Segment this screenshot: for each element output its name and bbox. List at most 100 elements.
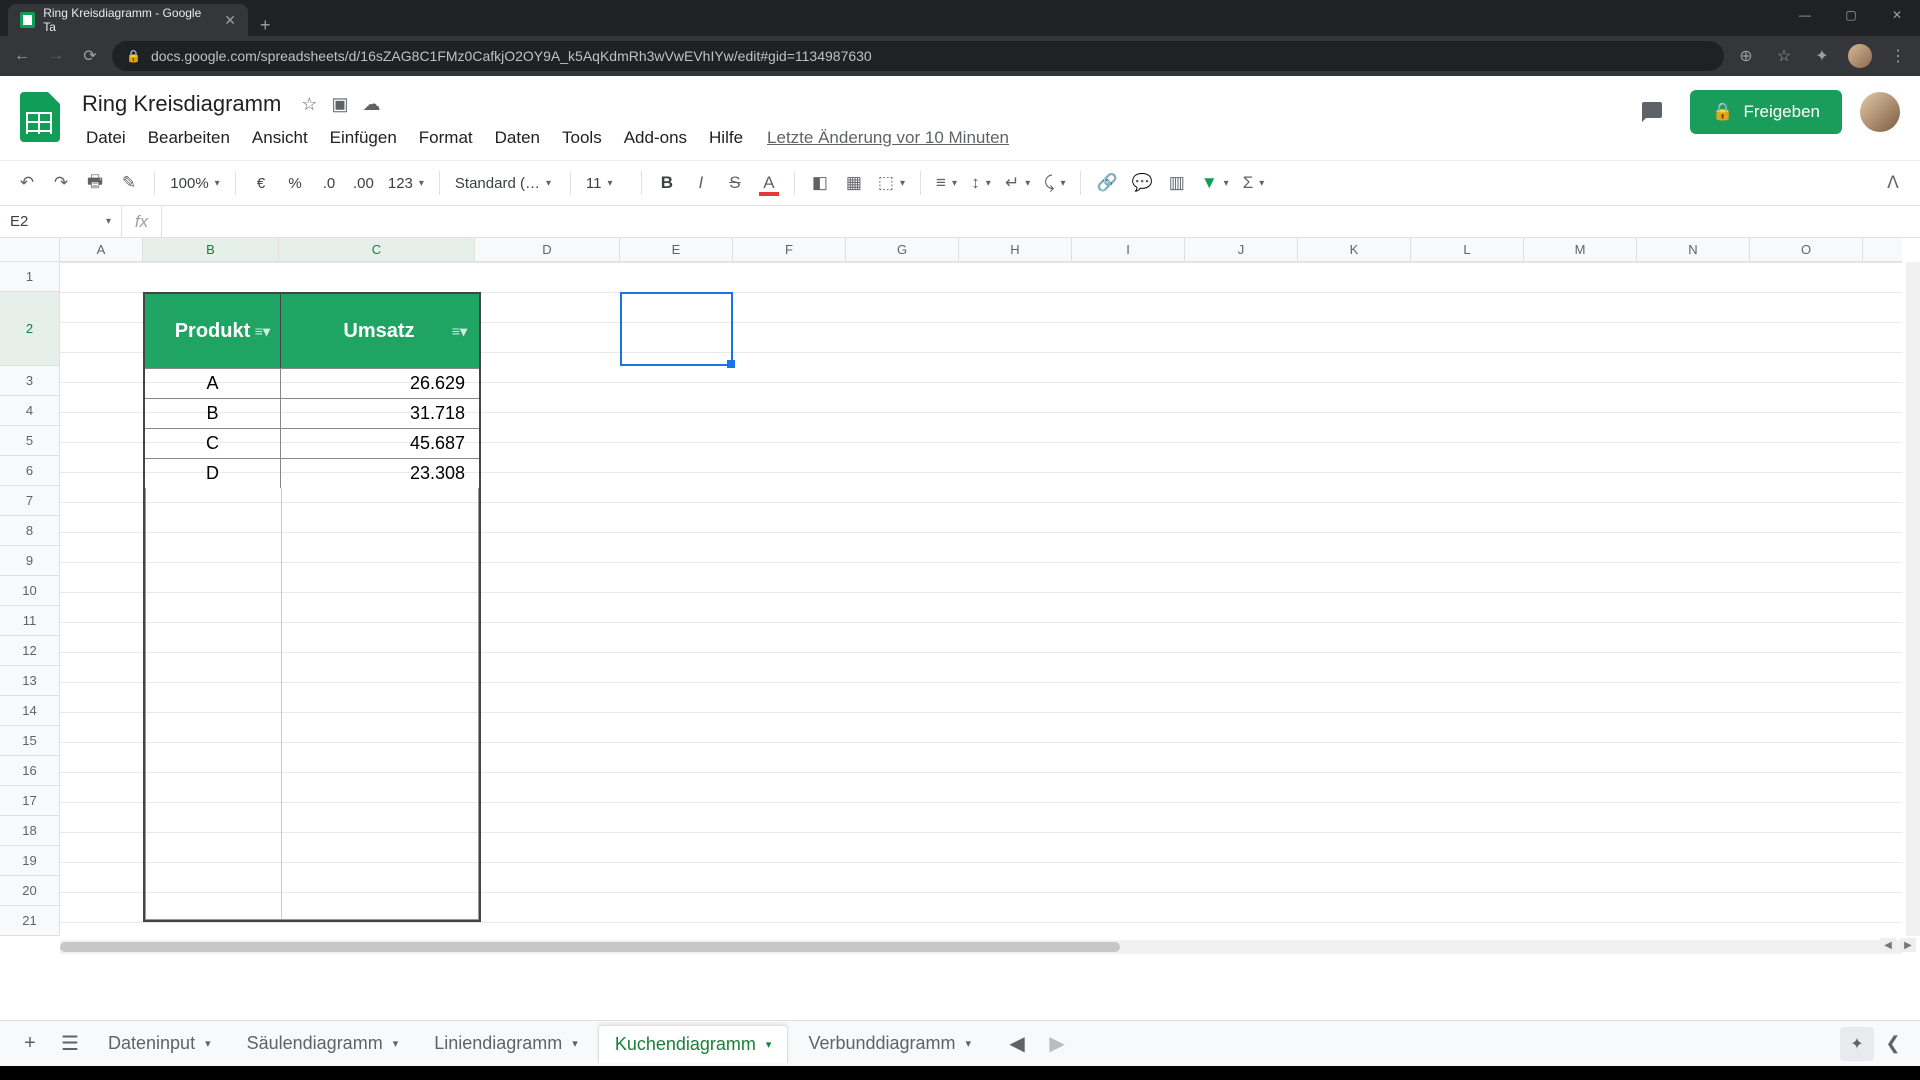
- decrease-decimal-button[interactable]: .0: [314, 168, 344, 198]
- menu-insert[interactable]: Einfügen: [320, 124, 407, 152]
- print-button[interactable]: 🖶: [80, 168, 110, 198]
- format-currency-button[interactable]: €: [246, 168, 276, 198]
- borders-button[interactable]: ▦: [839, 168, 869, 198]
- column-header[interactable]: H: [959, 238, 1072, 261]
- italic-button[interactable]: I: [686, 168, 716, 198]
- comments-button[interactable]: [1632, 92, 1672, 132]
- sheet-tab-saeulendiagramm[interactable]: Säulendiagramm▾: [231, 1025, 415, 1063]
- row-header[interactable]: 1: [0, 262, 59, 292]
- address-bar[interactable]: 🔒 docs.google.com/spreadsheets/d/16sZAG8…: [112, 41, 1724, 71]
- redo-button[interactable]: ↷: [46, 168, 76, 198]
- column-header[interactable]: G: [846, 238, 959, 261]
- account-avatar[interactable]: [1860, 92, 1900, 132]
- column-header[interactable]: L: [1411, 238, 1524, 261]
- sheets-logo-icon[interactable]: [14, 90, 66, 142]
- column-header[interactable]: I: [1072, 238, 1185, 261]
- menu-data[interactable]: Daten: [485, 124, 550, 152]
- table-cell-revenue[interactable]: 31.718: [281, 399, 477, 428]
- row-header[interactable]: 5: [0, 426, 59, 456]
- column-header[interactable]: C: [279, 238, 475, 261]
- side-panel-toggle[interactable]: ❮: [1878, 1033, 1908, 1054]
- sheet-scroll-right-button[interactable]: ▶: [1039, 1026, 1075, 1062]
- scroll-right-icon[interactable]: ▶: [1900, 938, 1916, 952]
- menu-format[interactable]: Format: [409, 124, 483, 152]
- table-cell-product[interactable]: B: [145, 399, 281, 428]
- font-select[interactable]: Standard (…: [450, 168, 560, 198]
- menu-help[interactable]: Hilfe: [699, 124, 753, 152]
- column-header[interactable]: A: [60, 238, 143, 261]
- filter-icon[interactable]: ≡▾: [255, 323, 270, 340]
- column-header[interactable]: N: [1637, 238, 1750, 261]
- sheet-tab-dateninput[interactable]: Dateninput▾: [92, 1025, 227, 1063]
- chevron-down-icon[interactable]: ▾: [393, 1037, 399, 1050]
- strikethrough-button[interactable]: S: [720, 168, 750, 198]
- document-title[interactable]: Ring Kreisdiagramm: [76, 89, 287, 119]
- menu-edit[interactable]: Bearbeiten: [138, 124, 240, 152]
- name-box[interactable]: E2 ▾: [0, 206, 122, 237]
- chevron-down-icon[interactable]: ▾: [572, 1037, 578, 1050]
- insert-comment-button[interactable]: 💬: [1127, 168, 1158, 198]
- table-row[interactable]: D23.308: [145, 458, 479, 488]
- column-header[interactable]: K: [1298, 238, 1411, 261]
- table-cell-product[interactable]: D: [145, 459, 281, 488]
- chevron-down-icon[interactable]: ▾: [205, 1037, 211, 1050]
- column-header[interactable]: F: [733, 238, 846, 261]
- browser-tab[interactable]: Ring Kreisdiagramm - Google Ta ✕: [8, 4, 248, 36]
- window-maximize-button[interactable]: ▢: [1828, 0, 1874, 30]
- column-header[interactable]: B: [143, 238, 279, 261]
- new-tab-button[interactable]: +: [248, 15, 283, 36]
- column-header[interactable]: O: [1750, 238, 1863, 261]
- window-close-button[interactable]: ✕: [1874, 0, 1920, 30]
- column-header[interactable]: E: [620, 238, 733, 261]
- row-header[interactable]: 21: [0, 906, 59, 936]
- table-row[interactable]: B31.718: [145, 398, 479, 428]
- increase-decimal-button[interactable]: .00: [348, 168, 379, 198]
- merge-cells-button[interactable]: ⬚: [873, 168, 910, 198]
- row-header[interactable]: 11: [0, 606, 59, 636]
- row-header[interactable]: 10: [0, 576, 59, 606]
- share-button[interactable]: 🔒 Freigeben: [1690, 90, 1842, 134]
- row-header[interactable]: 17: [0, 786, 59, 816]
- table-cell-revenue[interactable]: 26.629: [281, 369, 477, 398]
- table-row[interactable]: C45.687: [145, 428, 479, 458]
- table-header-revenue[interactable]: Umsatz ≡▾: [281, 294, 477, 368]
- star-icon[interactable]: ☆: [301, 94, 317, 115]
- spreadsheet-grid[interactable]: ABCDEFGHIJKLMNO 123456789101112131415161…: [0, 238, 1920, 954]
- row-header[interactable]: 20: [0, 876, 59, 906]
- vertical-align-button[interactable]: ↕: [966, 168, 996, 198]
- row-header[interactable]: 3: [0, 366, 59, 396]
- row-header[interactable]: 13: [0, 666, 59, 696]
- back-icon[interactable]: ←: [10, 47, 34, 65]
- number-format-select[interactable]: 123: [383, 168, 429, 198]
- zoom-select[interactable]: 100%: [165, 168, 225, 198]
- row-header[interactable]: 16: [0, 756, 59, 786]
- insert-link-button[interactable]: 🔗: [1091, 168, 1122, 198]
- select-all-corner[interactable]: [0, 238, 60, 262]
- fill-color-button[interactable]: ◧: [805, 168, 835, 198]
- table-cell-revenue[interactable]: 45.687: [281, 429, 477, 458]
- browser-profile-avatar[interactable]: [1848, 44, 1872, 68]
- row-header[interactable]: 19: [0, 846, 59, 876]
- table-cell-product[interactable]: C: [145, 429, 281, 458]
- undo-button[interactable]: ↶: [12, 168, 42, 198]
- table-cell-revenue[interactable]: 23.308: [281, 459, 477, 488]
- text-wrap-button[interactable]: ↵: [1000, 168, 1035, 198]
- close-tab-icon[interactable]: ✕: [224, 12, 236, 29]
- menu-file[interactable]: Datei: [76, 124, 136, 152]
- add-sheet-button[interactable]: +: [12, 1026, 48, 1062]
- text-rotation-button[interactable]: ⤹: [1039, 168, 1070, 198]
- row-header[interactable]: 8: [0, 516, 59, 546]
- cloud-status-icon[interactable]: ☁: [362, 94, 380, 115]
- reload-icon[interactable]: ⟳: [78, 46, 102, 66]
- row-header[interactable]: 6: [0, 456, 59, 486]
- window-minimize-button[interactable]: —: [1782, 0, 1828, 30]
- selected-cell[interactable]: [620, 292, 733, 366]
- collapse-toolbar-button[interactable]: ᐱ: [1878, 168, 1908, 198]
- sheet-tab-liniendiagramm[interactable]: Liniendiagramm▾: [418, 1025, 594, 1063]
- table-row[interactable]: A26.629: [145, 368, 479, 398]
- menu-view[interactable]: Ansicht: [242, 124, 318, 152]
- filter-button[interactable]: ▼: [1196, 168, 1234, 198]
- extensions-icon[interactable]: ✦: [1810, 46, 1834, 66]
- row-header[interactable]: 9: [0, 546, 59, 576]
- row-header[interactable]: 7: [0, 486, 59, 516]
